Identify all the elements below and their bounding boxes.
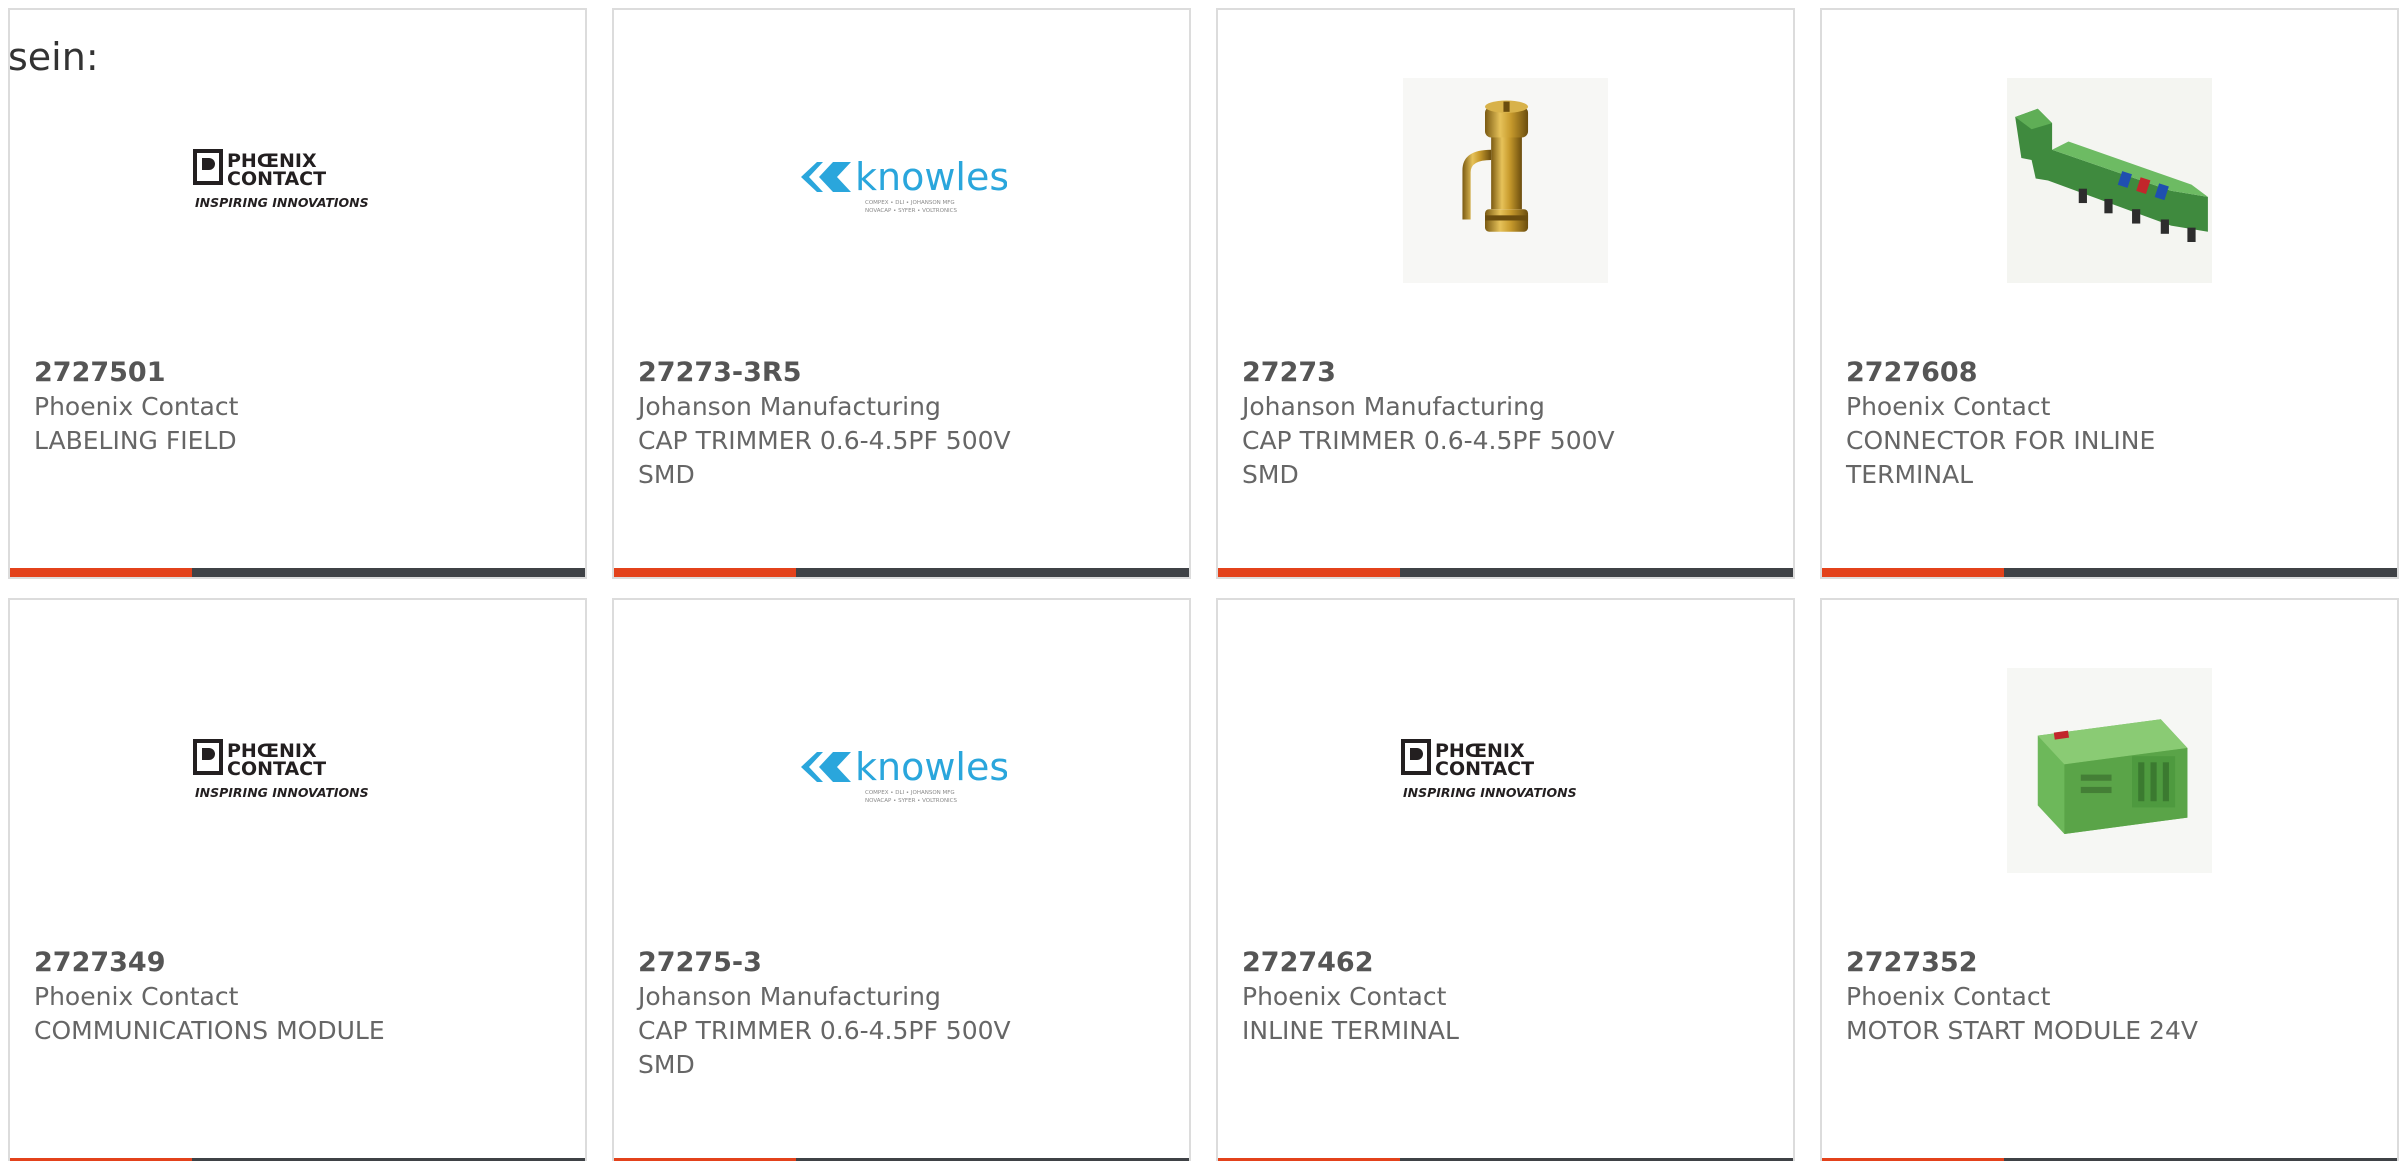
knowles-logo: knowles COMPEX • DLI • JOHANSON MFG NOVA… xyxy=(800,155,1007,214)
product-image: knowles COMPEX • DLI • JOHANSON MFG NOVA… xyxy=(614,670,1189,870)
product-info: 2727462 Phoenix Contact INLINE TERMINAL xyxy=(1242,946,1769,1048)
product-info: 27273-3R5 Johanson Manufacturing CAP TRI… xyxy=(638,356,1165,492)
card-accent xyxy=(1822,568,2004,577)
product-info: 2727349 Phoenix Contact COMMUNICATIONS M… xyxy=(34,946,561,1048)
svg-text:INSPIRING INNOVATIONS: INSPIRING INNOVATIONS xyxy=(195,785,369,800)
inline-connector-photo xyxy=(2007,77,2212,283)
part-number[interactable]: 27273 xyxy=(1242,356,1769,390)
card-footer-bar xyxy=(614,568,1189,577)
manufacturer: Phoenix Contact xyxy=(1846,392,2051,421)
part-number[interactable]: 2727608 xyxy=(1846,356,2373,390)
product-image xyxy=(1822,77,2397,283)
knowles-logo: knowles COMPEX • DLI • JOHANSON MFG NOVA… xyxy=(800,745,1007,804)
manufacturer: Johanson Manufacturing xyxy=(638,982,941,1011)
part-number[interactable]: 27275-3 xyxy=(638,946,1165,980)
svg-text:COMPEX • DLI • JOHANSON MFG: COMPEX • DLI • JOHANSON MFG xyxy=(865,200,955,206)
card-accent xyxy=(1218,568,1400,577)
motor-start-module-photo xyxy=(2007,667,2212,873)
svg-text:NOVACAP • SYFER • VOLTRONICS: NOVACAP • SYFER • VOLTRONICS xyxy=(865,208,958,214)
svg-text:knowles: knowles xyxy=(855,745,1007,789)
manufacturer: Phoenix Contact xyxy=(1846,982,2051,1011)
manufacturer: Johanson Manufacturing xyxy=(638,392,941,421)
product-card[interactable]: 27273 Johanson Manufacturing CAP TRIMMER… xyxy=(1216,8,1795,579)
product-image: PHŒNIX CONTACT INSPIRING INNOVATIONS xyxy=(1218,670,1793,870)
product-card[interactable]: PHŒNIX CONTACT INSPIRING INNOVATIONS 272… xyxy=(8,598,587,1161)
description: COMMUNICATIONS MODULE xyxy=(34,1016,385,1045)
part-number[interactable]: 2727352 xyxy=(1846,946,2373,980)
card-footer-bar xyxy=(1822,568,2397,577)
description: CAP TRIMMER 0.6-4.5PF 500V SMD xyxy=(638,426,1011,489)
product-info: 27275-3 Johanson Manufacturing CAP TRIMM… xyxy=(638,946,1165,1082)
product-image: knowles COMPEX • DLI • JOHANSON MFG NOVA… xyxy=(614,80,1189,280)
product-info: 2727501 Phoenix Contact LABELING FIELD xyxy=(34,356,561,458)
svg-text:INSPIRING INNOVATIONS: INSPIRING INNOVATIONS xyxy=(1403,785,1577,800)
phoenix-contact-logo: PHŒNIX CONTACT INSPIRING INNOVATIONS xyxy=(1400,739,1577,800)
description: MOTOR START MODULE 24V xyxy=(1846,1016,2198,1045)
manufacturer: Phoenix Contact xyxy=(34,392,239,421)
phoenix-contact-logo: PHŒNIX CONTACT INSPIRING INNOVATIONS xyxy=(192,739,369,800)
description: CAP TRIMMER 0.6-4.5PF 500V SMD xyxy=(638,1016,1011,1079)
product-info: 2727352 Phoenix Contact MOTOR START MODU… xyxy=(1846,946,2373,1048)
product-card[interactable]: knowles COMPEX • DLI • JOHANSON MFG NOVA… xyxy=(612,598,1191,1161)
description: CAP TRIMMER 0.6-4.5PF 500V SMD xyxy=(1242,426,1615,489)
card-accent xyxy=(10,568,192,577)
svg-text:INSPIRING INNOVATIONS: INSPIRING INNOVATIONS xyxy=(195,195,369,210)
card-footer-bar xyxy=(10,568,585,577)
product-grid-page: sein: PHŒNIX CONTACT INSPIRING INNOVATIO… xyxy=(0,0,2400,1161)
product-image: PHŒNIX CONTACT INSPIRING INNOVATIONS xyxy=(10,80,585,280)
manufacturer: Phoenix Contact xyxy=(34,982,239,1011)
product-image xyxy=(1218,77,1793,283)
product-image xyxy=(1822,667,2397,873)
svg-text:CONTACT: CONTACT xyxy=(227,758,326,780)
product-info: 2727608 Phoenix Contact CONNECTOR FOR IN… xyxy=(1846,356,2373,492)
part-number[interactable]: 2727349 xyxy=(34,946,561,980)
product-image: PHŒNIX CONTACT INSPIRING INNOVATIONS xyxy=(10,670,585,870)
intro-text: sein: xyxy=(8,35,99,79)
phoenix-contact-logo: PHŒNIX CONTACT INSPIRING INNOVATIONS xyxy=(192,149,369,210)
product-info: 27273 Johanson Manufacturing CAP TRIMMER… xyxy=(1242,356,1769,492)
trimmer-capacitor-photo xyxy=(1403,77,1608,283)
manufacturer: Phoenix Contact xyxy=(1242,982,1447,1011)
svg-text:NOVACAP • SYFER • VOLTRONICS: NOVACAP • SYFER • VOLTRONICS xyxy=(865,798,958,804)
description: LABELING FIELD xyxy=(34,426,237,455)
product-card[interactable]: knowles COMPEX • DLI • JOHANSON MFG NOVA… xyxy=(612,8,1191,579)
product-card[interactable]: 2727608 Phoenix Contact CONNECTOR FOR IN… xyxy=(1820,8,2399,579)
description: INLINE TERMINAL xyxy=(1242,1016,1459,1045)
product-card[interactable]: 2727352 Phoenix Contact MOTOR START MODU… xyxy=(1820,598,2399,1161)
svg-text:knowles: knowles xyxy=(855,155,1007,199)
description: CONNECTOR FOR INLINE TERMINAL xyxy=(1846,426,2156,489)
card-footer-bar xyxy=(1218,568,1793,577)
product-card[interactable]: PHŒNIX CONTACT INSPIRING INNOVATIONS 272… xyxy=(8,8,587,579)
svg-text:CONTACT: CONTACT xyxy=(1435,758,1534,780)
part-number[interactable]: 27273-3R5 xyxy=(638,356,1165,390)
part-number[interactable]: 2727462 xyxy=(1242,946,1769,980)
card-accent xyxy=(614,568,796,577)
part-number[interactable]: 2727501 xyxy=(34,356,561,390)
svg-text:COMPEX • DLI • JOHANSON MFG: COMPEX • DLI • JOHANSON MFG xyxy=(865,790,955,796)
manufacturer: Johanson Manufacturing xyxy=(1242,392,1545,421)
svg-text:CONTACT: CONTACT xyxy=(227,168,326,190)
product-card[interactable]: PHŒNIX CONTACT INSPIRING INNOVATIONS 272… xyxy=(1216,598,1795,1161)
